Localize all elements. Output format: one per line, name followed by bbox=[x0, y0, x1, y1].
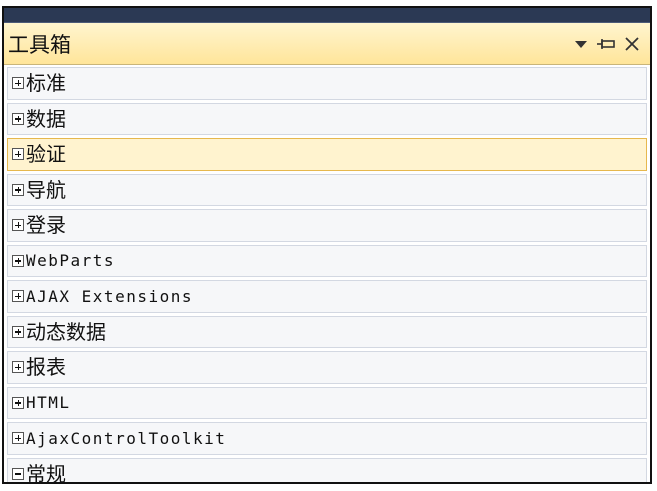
toolbox-category-item[interactable]: 常规 bbox=[7, 457, 647, 484]
expand-icon[interactable] bbox=[12, 254, 24, 267]
category-label: 常规 bbox=[26, 461, 66, 484]
toolbox-category-item[interactable]: 标准 bbox=[7, 67, 647, 100]
category-label: 动态数据 bbox=[26, 319, 106, 344]
category-label: 数据 bbox=[26, 106, 66, 131]
window-top-border bbox=[4, 8, 650, 23]
toolbox-category-item[interactable]: 动态数据 bbox=[7, 315, 647, 348]
expand-icon[interactable] bbox=[12, 290, 24, 303]
toolbox-category-item[interactable]: AJAX Extensions bbox=[7, 280, 647, 313]
toolbox-title-bar[interactable]: 工具箱 bbox=[4, 23, 650, 65]
toolbox-category-item[interactable]: 导航 bbox=[7, 173, 647, 206]
category-label: WebParts bbox=[26, 251, 116, 271]
category-label: 验证 bbox=[26, 142, 66, 167]
expand-icon[interactable] bbox=[12, 183, 24, 196]
expand-icon[interactable] bbox=[12, 77, 24, 90]
expand-icon[interactable] bbox=[12, 396, 24, 409]
expand-icon[interactable] bbox=[12, 112, 24, 125]
category-label: AJAX Extensions bbox=[26, 286, 193, 306]
category-label: 标准 bbox=[26, 71, 66, 96]
expand-icon[interactable] bbox=[12, 361, 24, 374]
expand-icon[interactable] bbox=[12, 219, 24, 232]
category-label: HTML bbox=[26, 393, 71, 413]
category-label: 导航 bbox=[26, 177, 66, 202]
toolbox-title: 工具箱 bbox=[8, 32, 71, 57]
toolbox-category-item[interactable]: 登录 bbox=[7, 209, 647, 242]
toolbox-category-item[interactable]: 数据 bbox=[7, 102, 647, 135]
toolbox-category-item[interactable]: 验证 bbox=[7, 138, 647, 171]
toolbox-category-item[interactable]: WebParts bbox=[7, 244, 647, 277]
title-controls bbox=[574, 36, 640, 52]
pin-icon[interactable] bbox=[596, 37, 616, 51]
collapse-icon[interactable] bbox=[12, 467, 24, 480]
toolbox-category-item[interactable]: 报表 bbox=[7, 351, 647, 384]
dropdown-arrow-icon[interactable] bbox=[574, 39, 588, 49]
category-label: 报表 bbox=[26, 355, 66, 380]
expand-icon[interactable] bbox=[12, 325, 24, 338]
close-icon[interactable] bbox=[624, 36, 640, 52]
category-label: 登录 bbox=[26, 213, 66, 238]
toolbox-panel: 工具箱 标准数据验证导航登录 WebParts AJAX Extensions 动态数… bbox=[2, 6, 652, 484]
toolbox-category-list: 标准数据验证导航登录 WebParts AJAX Extensions 动态数据报表 H… bbox=[4, 65, 650, 484]
expand-icon[interactable] bbox=[12, 148, 24, 161]
expand-icon[interactable] bbox=[12, 432, 24, 445]
toolbox-category-item[interactable]: HTML bbox=[7, 386, 647, 419]
category-label: AjaxControlToolkit bbox=[26, 428, 227, 448]
toolbox-category-item[interactable]: AjaxControlToolkit bbox=[7, 422, 647, 455]
